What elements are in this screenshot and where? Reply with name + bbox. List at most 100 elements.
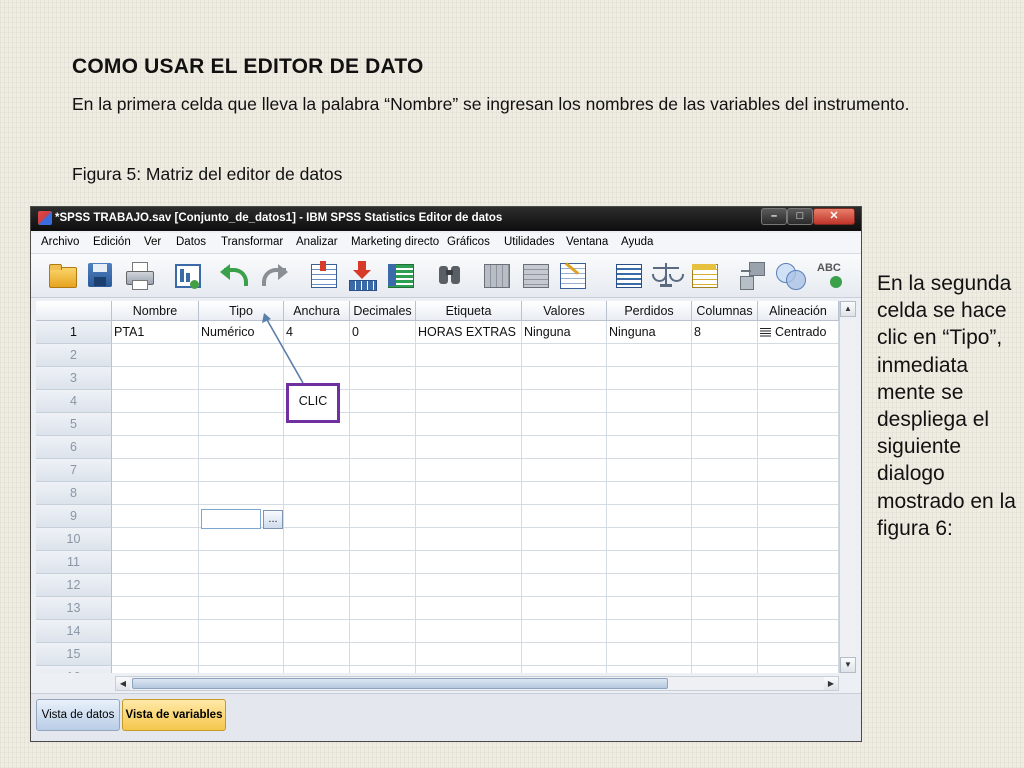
grid-cell[interactable]	[199, 666, 284, 673]
row-header[interactable]: 8	[36, 482, 112, 505]
grid-cell[interactable]	[522, 344, 607, 367]
grid-cell[interactable]	[112, 367, 199, 390]
grid-cell[interactable]	[692, 436, 758, 459]
tab-vista-de-datos[interactable]: Vista de datos	[36, 699, 120, 731]
scroll-up-icon[interactable]: ▲	[840, 301, 856, 317]
grid-cell[interactable]	[758, 597, 839, 620]
cell-anchura[interactable]: 4	[284, 321, 350, 344]
grid-cell[interactable]	[350, 666, 416, 673]
menu-marketing-directo[interactable]: Marketing directo	[351, 236, 439, 248]
row-header[interactable]: 6	[36, 436, 112, 459]
grid-cell[interactable]	[199, 482, 284, 505]
split-file-icon[interactable]	[557, 260, 587, 290]
grid-cell[interactable]	[199, 574, 284, 597]
grid-cell[interactable]	[692, 666, 758, 673]
use-sets-icon[interactable]	[737, 260, 767, 290]
menu-ver[interactable]: Ver	[144, 236, 161, 248]
grid-cell[interactable]	[350, 551, 416, 574]
row-header[interactable]: 1	[36, 321, 112, 344]
grid-cell[interactable]	[692, 413, 758, 436]
grid-cell[interactable]	[607, 482, 692, 505]
grid-cell[interactable]	[692, 643, 758, 666]
cell-decimales[interactable]: 0	[350, 321, 416, 344]
row-header[interactable]: 3	[36, 367, 112, 390]
grid-cell[interactable]	[607, 505, 692, 528]
grid-cell[interactable]	[112, 528, 199, 551]
grid-cell[interactable]	[416, 367, 522, 390]
grid-cell[interactable]	[522, 482, 607, 505]
grid-cell[interactable]	[607, 344, 692, 367]
col-header-columnas[interactable]: Columnas	[692, 301, 758, 321]
show-all-variables-icon[interactable]	[775, 260, 806, 290]
grid-cell[interactable]	[416, 390, 522, 413]
grid-cell[interactable]	[199, 597, 284, 620]
spell-check-icon[interactable]: ABC	[817, 260, 843, 290]
grid-cell[interactable]	[522, 367, 607, 390]
grid-cell[interactable]	[758, 620, 839, 643]
row-header[interactable]: 12	[36, 574, 112, 597]
grid-cell[interactable]	[199, 367, 284, 390]
grid-cell[interactable]	[692, 482, 758, 505]
grid-cell[interactable]	[112, 574, 199, 597]
grid-cell[interactable]	[199, 551, 284, 574]
grid-cell[interactable]	[416, 459, 522, 482]
grid-cell[interactable]	[522, 551, 607, 574]
cell-alineacion[interactable]: Centrado	[758, 321, 839, 344]
weight-cases-icon[interactable]	[613, 260, 643, 290]
grid-cell[interactable]	[112, 643, 199, 666]
variables-icon[interactable]	[385, 260, 415, 290]
grid-cell[interactable]	[284, 597, 350, 620]
maximize-button[interactable]: □	[787, 208, 813, 225]
grid-cell[interactable]	[199, 528, 284, 551]
row-header[interactable]: 16	[36, 666, 112, 673]
grid-cell[interactable]	[112, 344, 199, 367]
select-cases-icon[interactable]	[651, 260, 684, 290]
grid-cell[interactable]	[199, 643, 284, 666]
cell-etiqueta[interactable]: HORAS EXTRAS	[416, 321, 522, 344]
vertical-scrollbar[interactable]: ▲ ▼	[839, 301, 856, 673]
menu-archivo[interactable]: Archivo	[41, 236, 79, 248]
minimize-button[interactable]: –	[761, 208, 787, 225]
grid-cell[interactable]	[416, 482, 522, 505]
grid-cell[interactable]	[284, 482, 350, 505]
grid-cell[interactable]	[112, 390, 199, 413]
menu-graficos[interactable]: Gráficos	[447, 236, 490, 248]
insert-cases-icon[interactable]	[481, 260, 511, 290]
cell-nombre[interactable]: PTA1	[112, 321, 199, 344]
grid-cell[interactable]	[284, 505, 350, 528]
grid-cell[interactable]	[758, 482, 839, 505]
col-header-anchura[interactable]: Anchura	[284, 301, 350, 321]
grid-cell[interactable]	[112, 436, 199, 459]
grid-cell[interactable]	[758, 413, 839, 436]
grid-cell[interactable]	[607, 413, 692, 436]
grid-cell[interactable]	[416, 574, 522, 597]
grid-cell[interactable]	[350, 528, 416, 551]
grid-cell[interactable]	[607, 459, 692, 482]
cell-valores[interactable]: Ninguna	[522, 321, 607, 344]
grid-cell[interactable]	[284, 643, 350, 666]
menu-ventana[interactable]: Ventana	[566, 236, 608, 248]
grid-cell[interactable]	[758, 436, 839, 459]
grid-cell[interactable]	[284, 459, 350, 482]
grid-cell[interactable]	[692, 528, 758, 551]
menu-edicion[interactable]: Edición	[93, 236, 131, 248]
scroll-down-icon[interactable]: ▼	[840, 657, 856, 673]
grid-cell[interactable]	[112, 620, 199, 643]
grid-cell[interactable]	[758, 390, 839, 413]
horizontal-scroll-thumb[interactable]	[132, 678, 668, 689]
row-header[interactable]: 15	[36, 643, 112, 666]
print-icon[interactable]	[124, 260, 154, 290]
grid-cell[interactable]	[112, 505, 199, 528]
grid-cell[interactable]	[607, 367, 692, 390]
grid-cell[interactable]	[284, 620, 350, 643]
grid-cell[interactable]	[758, 528, 839, 551]
row-header[interactable]: 13	[36, 597, 112, 620]
grid-cell[interactable]	[350, 620, 416, 643]
grid-cell[interactable]	[692, 459, 758, 482]
grid-cell[interactable]	[692, 551, 758, 574]
cell-perdidos[interactable]: Ninguna	[607, 321, 692, 344]
grid-cell[interactable]	[607, 620, 692, 643]
grid-cell[interactable]	[350, 367, 416, 390]
horizontal-scrollbar[interactable]: ◀ ▶	[115, 676, 839, 691]
grid-cell[interactable]	[416, 505, 522, 528]
